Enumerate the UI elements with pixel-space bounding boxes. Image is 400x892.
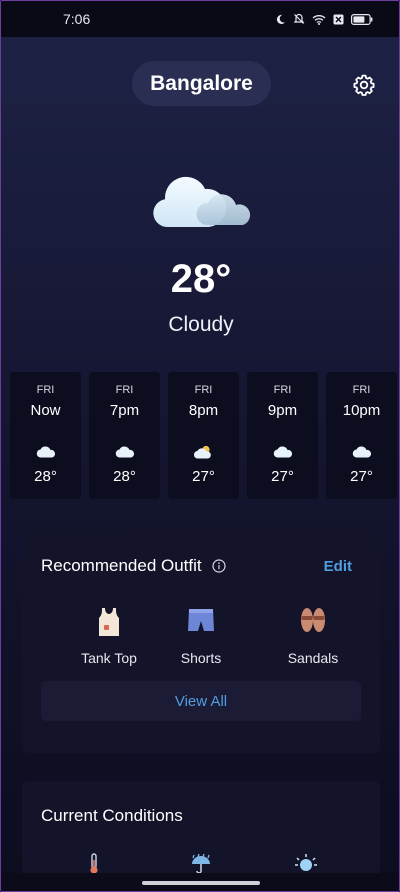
current-condition: Cloudy xyxy=(168,313,234,336)
app-screen: 7:06 Bangalore 28° Cloudy FRI Now 28° FR… xyxy=(0,0,400,892)
city-name: Bangalore xyxy=(150,71,253,95)
outfit-item-label: Sandals xyxy=(287,650,339,666)
hour-card[interactable]: FRI 10pm 27° xyxy=(326,372,397,499)
outfit-item-sandals[interactable]: Sandals xyxy=(253,607,373,666)
hour-day: FRI xyxy=(194,384,213,396)
hour-time: 9pm xyxy=(267,402,298,419)
outfit-title: Recommended Outfit xyxy=(41,556,226,576)
tank-top-icon xyxy=(99,608,119,636)
shorts-icon xyxy=(188,609,214,631)
outfit-title-text: Recommended Outfit xyxy=(41,556,202,575)
cloud-icon xyxy=(153,176,251,227)
hour-card[interactable]: FRI 7pm 28° xyxy=(89,372,160,499)
view-all-button[interactable]: View All xyxy=(41,681,361,721)
hour-card[interactable]: FRI 8pm 27° xyxy=(168,372,239,499)
gear-icon xyxy=(353,74,375,96)
hour-day: FRI xyxy=(36,384,55,396)
info-icon[interactable] xyxy=(212,559,226,573)
hour-day: FRI xyxy=(115,384,134,396)
cloud-icon xyxy=(352,446,371,458)
hour-card[interactable]: FRI Now 28° xyxy=(10,372,81,499)
hour-time: 7pm xyxy=(109,402,140,419)
current-temperature: 28° xyxy=(170,257,232,301)
hour-temp: 28° xyxy=(113,468,136,485)
umbrella-rain-icon xyxy=(192,853,210,874)
settings-button[interactable] xyxy=(350,71,378,99)
bell-off-icon xyxy=(293,13,305,24)
edit-button[interactable]: Edit xyxy=(324,558,352,575)
partly-cloudy-icon xyxy=(193,445,211,459)
city-selector[interactable]: Bangalore xyxy=(132,61,271,106)
hour-time: 10pm xyxy=(342,402,381,419)
hour-time: 8pm xyxy=(188,402,219,419)
status-time: 7:06 xyxy=(63,11,91,27)
status-icons xyxy=(275,13,373,25)
hour-temp: 27° xyxy=(350,468,373,485)
hour-card[interactable]: FRI 9pm 27° xyxy=(247,372,318,499)
hour-temp: 28° xyxy=(34,468,57,485)
recommended-outfit-card: Recommended Outfit Edit Tank Top Shorts … xyxy=(22,529,380,753)
hour-day: FRI xyxy=(352,384,371,396)
sun-icon xyxy=(295,854,317,871)
view-all-label: View All xyxy=(174,692,228,710)
wifi-icon xyxy=(312,14,326,25)
cloud-icon xyxy=(273,446,292,458)
outfit-item-label: Shorts xyxy=(180,650,222,666)
cloud-icon xyxy=(115,446,134,458)
hour-day: FRI xyxy=(273,384,292,396)
sim-x-icon xyxy=(333,14,344,24)
outfit-items: Tank Top Shorts Sandals xyxy=(22,607,380,667)
conditions-title: Current Conditions xyxy=(41,806,183,825)
thermometer-icon xyxy=(90,853,98,874)
moon-icon xyxy=(276,14,286,24)
cloud-icon xyxy=(36,446,55,458)
hour-time: Now xyxy=(30,402,61,419)
battery-icon xyxy=(351,13,373,25)
gesture-nav-handle[interactable] xyxy=(142,881,260,885)
hour-temp: 27° xyxy=(192,468,215,485)
hour-temp: 27° xyxy=(271,468,294,485)
status-bar: 7:06 xyxy=(1,1,399,37)
hourly-forecast[interactable]: FRI Now 28° FRI 7pm 28° FRI 8pm 27° FRI … xyxy=(10,372,399,499)
outfit-item-shorts[interactable]: Shorts xyxy=(141,607,261,666)
sandals-icon xyxy=(301,608,325,632)
